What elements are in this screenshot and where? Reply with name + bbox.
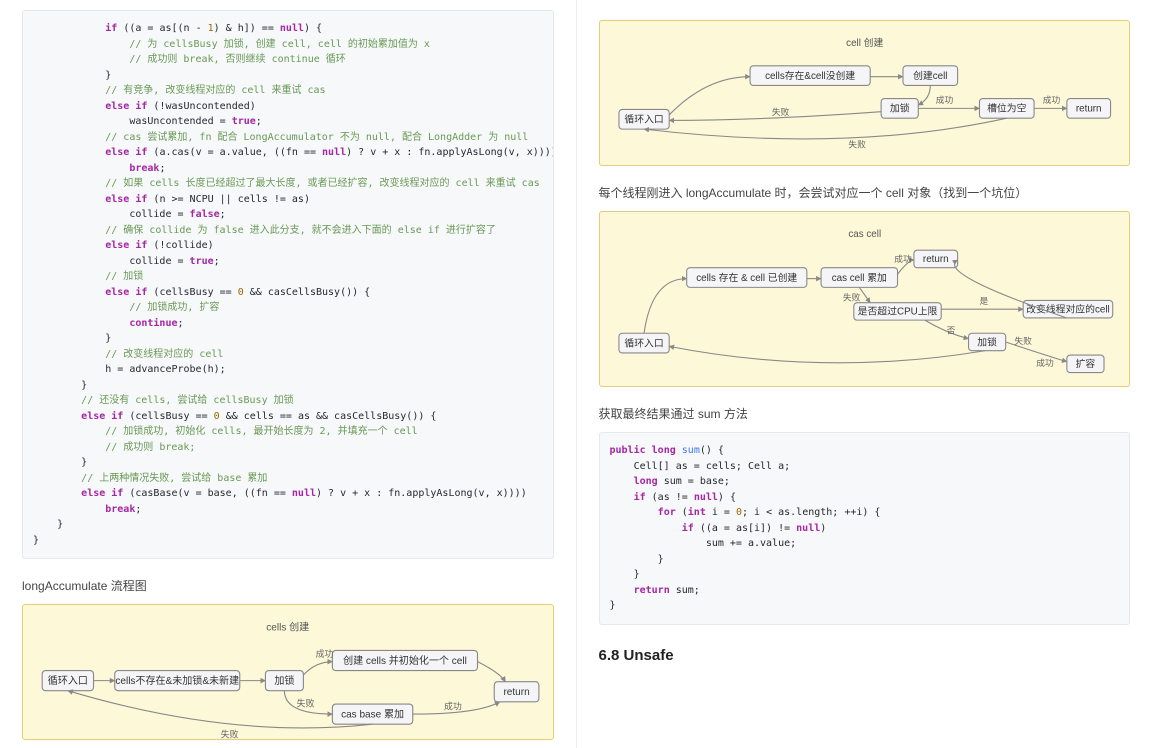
svg-text:cells 存在 & cell 已创建: cells 存在 & cell 已创建: [696, 271, 797, 284]
code-block-1: if ((a = as[(n - 1) & h]) == null) { // …: [22, 10, 554, 559]
caption-sum: 获取最终结果通过 sum 方法: [599, 405, 1131, 422]
svg-text:加锁: 加锁: [977, 335, 997, 348]
svg-text:否: 否: [946, 325, 955, 335]
svg-text:创建cell: 创建cell: [913, 69, 947, 82]
svg-text:循环入口: 循环入口: [624, 113, 663, 126]
flowchart-cells-create: cells 创建 循环入口 cells不存在&未加锁&未新建 加锁 创建 cel…: [22, 604, 554, 740]
svg-text:失败: 失败: [221, 729, 239, 740]
svg-text:是否超过CPU上限: 是否超过CPU上限: [857, 305, 937, 318]
flowchart-cas-cell: cas cell 循环入口 cells 存在 & cell 已创建 cas ce…: [599, 211, 1131, 387]
flow1-caption: longAccumulate 流程图: [22, 577, 554, 594]
svg-text:成功: 成功: [935, 94, 953, 105]
svg-text:循环入口: 循环入口: [624, 336, 663, 349]
svg-text:槽位为空: 槽位为空: [987, 102, 1026, 115]
svg-text:成功: 成功: [1042, 94, 1060, 105]
svg-text:cells存在&cell没创建: cells存在&cell没创建: [765, 69, 855, 82]
heading-unsafe: 6.8 Unsafe: [599, 647, 1131, 664]
svg-text:循环入口: 循环入口: [48, 674, 88, 687]
svg-text:创建 cells 并初始化一个 cell: 创建 cells 并初始化一个 cell: [343, 654, 467, 667]
svg-text:return: return: [503, 687, 529, 698]
svg-text:失败: 失败: [1014, 335, 1032, 346]
svg-text:改变线程对应的cell: 改变线程对应的cell: [1026, 302, 1110, 315]
right-column: cell 创建 循环入口 cells存在&cell没创建 创建cell 加锁 槽…: [577, 0, 1152, 748]
flowchart-cell-create: cell 创建 循环入口 cells存在&cell没创建 创建cell 加锁 槽…: [599, 20, 1131, 166]
svg-text:return: return: [922, 254, 948, 265]
svg-text:扩容: 扩容: [1075, 357, 1095, 370]
left-column: if ((a = as[(n - 1) & h]) == null) { // …: [0, 0, 576, 748]
svg-text:cas base 累加: cas base 累加: [341, 708, 404, 720]
flow1-title: cells 创建: [266, 620, 309, 633]
code-block-sum: public long sum() { Cell[] as = cells; C…: [599, 432, 1131, 625]
svg-text:失败: 失败: [842, 291, 860, 302]
svg-text:cells不存在&未加锁&未新建: cells不存在&未加锁&未新建: [115, 674, 239, 687]
svg-text:成功: 成功: [1036, 357, 1054, 368]
svg-text:成功: 成功: [444, 701, 462, 712]
page: if ((a = as[(n - 1) & h]) == null) { // …: [0, 0, 1152, 748]
caption-thread-enter: 每个线程刚进入 longAccumulate 时，会尝试对应一个 cell 对象…: [599, 184, 1131, 201]
svg-text:加锁: 加锁: [274, 674, 294, 687]
svg-text:cas cell 累加: cas cell 累加: [831, 272, 886, 284]
svg-text:成功: 成功: [316, 648, 334, 659]
svg-text:cell 创建: cell 创建: [846, 36, 883, 49]
svg-text:失败: 失败: [848, 139, 866, 150]
svg-text:加锁: 加锁: [889, 102, 909, 115]
svg-text:失败: 失败: [297, 697, 315, 708]
svg-text:成功: 成功: [894, 253, 912, 264]
svg-text:return: return: [1075, 104, 1101, 115]
svg-text:是: 是: [979, 296, 988, 306]
svg-text:失败: 失败: [771, 106, 789, 117]
svg-text:cas cell: cas cell: [848, 229, 881, 240]
